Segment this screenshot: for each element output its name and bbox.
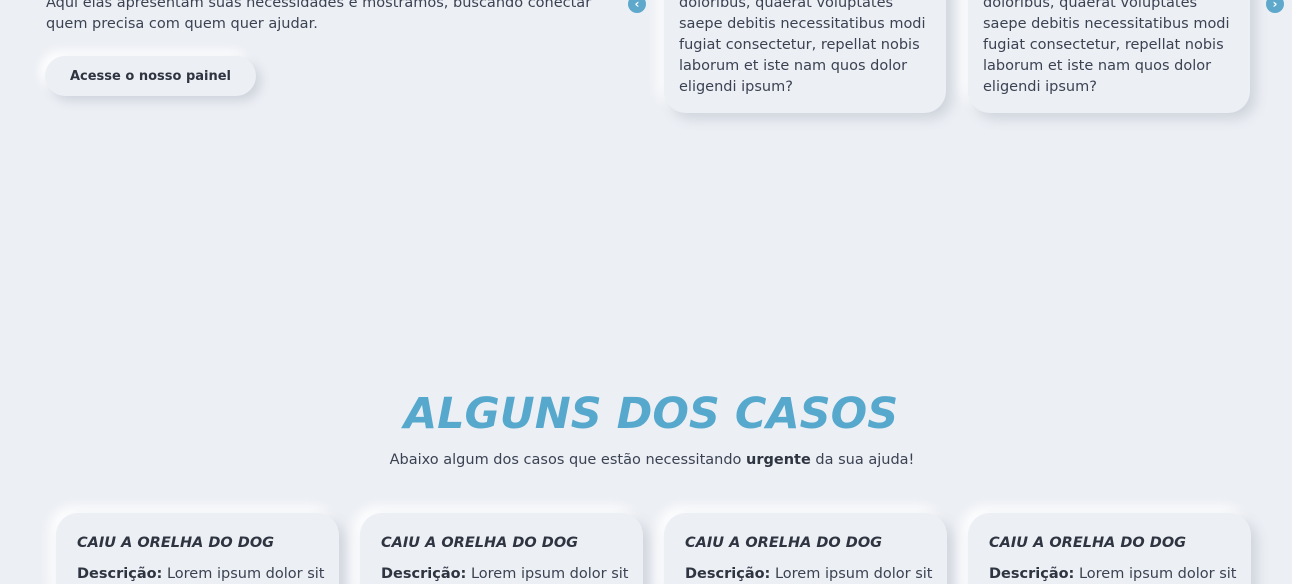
subtitle-text: Abaixo algum dos casos que estão necessi… [389, 452, 747, 468]
intro-text: Aqui elas apresentam suas necessidades e… [46, 0, 592, 32]
case-description-label: Descrição: [77, 566, 163, 582]
case-card[interactable]: CAIU A ORELHA DO DOG Descrição: Lorem ip… [56, 513, 339, 584]
case-title: CAIU A ORELHA DO DOG [381, 535, 579, 551]
subtitle-text-end: da sua ajuda! [810, 452, 915, 468]
case-card[interactable]: CAIU A ORELHA DO DOG Descrição: Lorem ip… [664, 513, 947, 584]
case-title: CAIU A ORELHA DO DOG [77, 535, 275, 551]
case-description: Descrição: Lorem ipsum dolor sit [77, 566, 325, 582]
case-description-text: Lorem ipsum dolor sit [1074, 566, 1237, 582]
chevron-left-icon[interactable]: ‹ [628, 0, 646, 13]
case-description: Descrição: Lorem ipsum dolor sit [685, 566, 933, 582]
case-description: Descrição: Lorem ipsum dolor sit [989, 566, 1237, 582]
access-panel-button[interactable]: Acesse o nosso painel [45, 56, 256, 96]
case-title: CAIU A ORELHA DO DOG [989, 535, 1187, 551]
case-description-text: Lorem ipsum dolor sit [466, 566, 629, 582]
case-card[interactable]: CAIU A ORELHA DO DOG Descrição: Lorem ip… [360, 513, 643, 584]
case-description-text: Lorem ipsum dolor sit [770, 566, 933, 582]
case-card[interactable]: CAIU A ORELHA DO DOG Descrição: Lorem ip… [968, 513, 1251, 584]
testimonial-card: doloribus, quaerat voluptates saepe debi… [968, 0, 1250, 113]
testimonial-card: doloribus, quaerat voluptates saepe debi… [664, 0, 946, 113]
section-subtitle: Abaixo algum dos casos que estão necessi… [0, 452, 1292, 468]
chevron-right-icon[interactable]: › [1266, 0, 1284, 13]
case-description: Descrição: Lorem ipsum dolor sit [381, 566, 629, 582]
section-title: ALGUNS DOS CASOS [403, 389, 899, 439]
testimonial-text: doloribus, quaerat voluptates saepe debi… [983, 0, 1230, 95]
case-description-text: Lorem ipsum dolor sit [162, 566, 325, 582]
case-description-label: Descrição: [381, 566, 467, 582]
page: Aqui elas apresentam suas necessidades e… [0, 0, 1292, 584]
subtitle-emphasis: urgente [746, 452, 811, 468]
testimonial-text: doloribus, quaerat voluptates saepe debi… [679, 0, 926, 95]
case-title: CAIU A ORELHA DO DOG [685, 535, 883, 551]
case-description-label: Descrição: [989, 566, 1075, 582]
case-description-label: Descrição: [685, 566, 771, 582]
